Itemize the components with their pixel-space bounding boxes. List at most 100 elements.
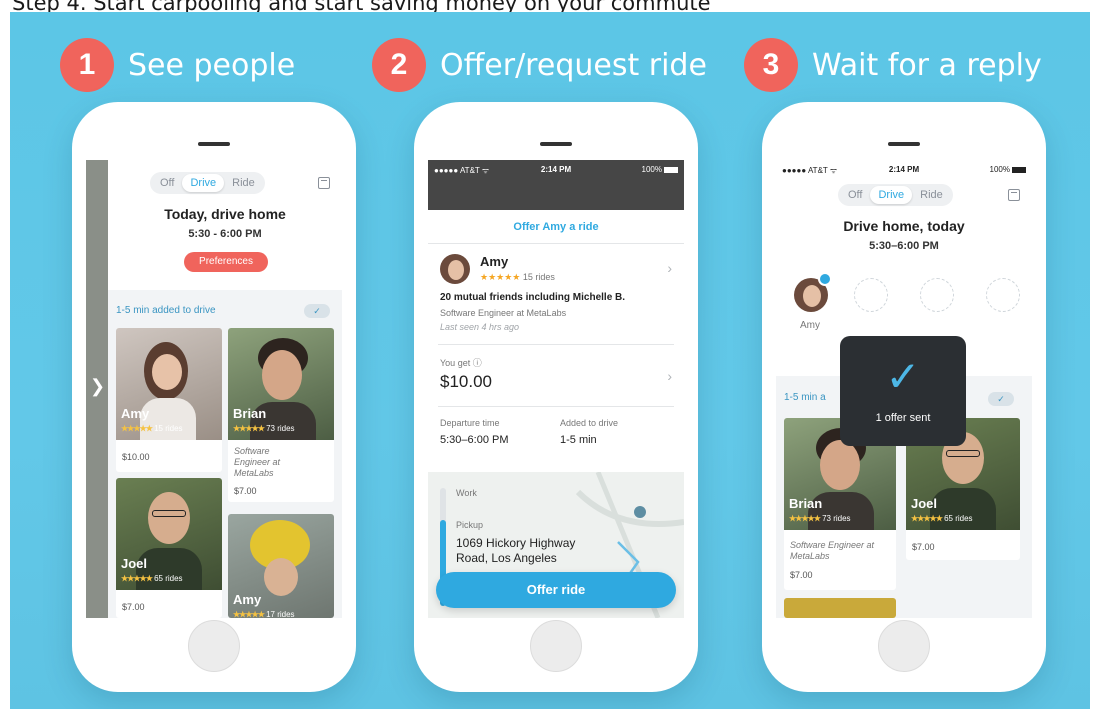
preferences-button[interactable]: Preferences bbox=[184, 252, 268, 272]
you-get-label: You get ⓘ bbox=[440, 358, 482, 368]
drive-title: Drive home, today bbox=[843, 218, 965, 234]
mode-off[interactable]: Off bbox=[840, 186, 870, 204]
mode-drive[interactable]: Drive bbox=[182, 174, 225, 192]
rider-name: Amy bbox=[480, 254, 509, 269]
rider-name: Amy bbox=[233, 592, 262, 607]
rider-rating: ★★★★★ 17 rides bbox=[233, 610, 295, 618]
added-time-bar: 1-5 min added to drive ✓ bbox=[108, 298, 342, 324]
rider-card[interactable]: Amy ★★★★★ 15 rides $10.00 bbox=[116, 328, 222, 472]
step-1: 1 See people bbox=[60, 38, 295, 92]
check-icon[interactable]: ✓ bbox=[988, 392, 1014, 406]
face-shape bbox=[152, 354, 182, 390]
rider-rating: ★★★★★ 73 rides bbox=[233, 424, 295, 433]
previous-panel[interactable]: ❯ bbox=[86, 160, 108, 618]
empty-seat-icon bbox=[986, 278, 1020, 312]
offer-sheet-title[interactable]: Offer Amy a ride bbox=[428, 210, 684, 244]
star-rating-icon: ★★★★★ bbox=[789, 514, 821, 523]
mode-toggle[interactable]: Off Drive Ride bbox=[150, 172, 265, 194]
status-bar: ●●●●● AT&T ᯤ 2:14 PM 100% bbox=[428, 160, 684, 180]
rider-name: Joel bbox=[121, 556, 148, 571]
added-label: Added to drive bbox=[560, 418, 619, 428]
offer-sent-toast: ✓ 1 offer sent bbox=[840, 336, 966, 446]
last-seen: Last seen 4 hrs ago bbox=[440, 322, 520, 332]
phone-speaker bbox=[540, 142, 572, 146]
check-icon[interactable]: ✓ bbox=[304, 304, 330, 318]
glasses-shape bbox=[946, 450, 980, 457]
rider-name: Brian bbox=[789, 496, 823, 511]
face-shape bbox=[448, 260, 464, 280]
phone-offer-ride: ●●●●● AT&T ᯤ 2:14 PM 100% Offer Amy a ri… bbox=[414, 102, 698, 692]
added-value: 1-5 min bbox=[560, 434, 597, 446]
home-button[interactable] bbox=[530, 620, 582, 672]
battery-icon bbox=[664, 166, 678, 173]
ride-count: 73 rides bbox=[266, 424, 295, 433]
step-3-title: Wait for a reply bbox=[812, 47, 1042, 83]
clock-icon bbox=[818, 272, 832, 286]
mode-ride[interactable]: Ride bbox=[224, 174, 263, 192]
mode-off[interactable]: Off bbox=[152, 174, 182, 192]
chevron-left-icon[interactable]: ❯ bbox=[90, 376, 105, 397]
mode-toggle[interactable]: Off Drive Ride bbox=[838, 184, 953, 206]
face-shape bbox=[262, 350, 302, 400]
drive-title: Today, drive home bbox=[164, 206, 286, 222]
mode-ride[interactable]: Ride bbox=[912, 186, 951, 204]
screen-offer-ride: ●●●●● AT&T ᯤ 2:14 PM 100% Offer Amy a ri… bbox=[428, 160, 684, 618]
offer-ride-button[interactable]: Offer ride bbox=[436, 572, 676, 608]
phone-speaker bbox=[888, 142, 920, 146]
battery-status: 100% bbox=[642, 165, 678, 174]
departure-value: 5:30–6:00 PM bbox=[440, 434, 509, 446]
rider-card[interactable]: Amy ★★★★★ 17 rides bbox=[228, 514, 334, 618]
empty-seat-icon bbox=[854, 278, 888, 312]
rider-job: Software Engineer at MetaLabs bbox=[234, 446, 281, 478]
chevron-right-icon[interactable]: › bbox=[667, 260, 672, 276]
star-rating-icon: ★★★★★ bbox=[911, 514, 943, 523]
battery-icon bbox=[1012, 166, 1026, 173]
star-rating-icon: ★★★★★ bbox=[233, 610, 265, 618]
star-rating-icon: ★★★★★ bbox=[121, 424, 153, 433]
rider-job: Software Engineer at MetaLabs bbox=[440, 308, 567, 318]
empty-seat-icon bbox=[920, 278, 954, 312]
drive-time: 5:30 - 6:00 PM bbox=[188, 228, 262, 240]
drive-time: 5:30–6:00 PM bbox=[869, 240, 939, 252]
rider-rating: ★★★★★ 73 rides bbox=[789, 514, 851, 523]
ride-count: 15 rides bbox=[522, 272, 555, 282]
screen-wait-reply: ●●●●● AT&T ᯤ 2:14 PM 100% Off Drive Ride… bbox=[776, 160, 1032, 618]
battery-percent: 100% bbox=[641, 165, 662, 174]
rider-card[interactable]: Brian ★★★★★ 73 rides Software Engineer a… bbox=[228, 328, 334, 502]
calendar-icon[interactable] bbox=[318, 177, 330, 189]
status-bar: ●●●●● AT&T ᯤ 2:14 PM 100% bbox=[776, 160, 1032, 180]
added-time-label: 1-5 min a bbox=[784, 392, 826, 403]
route-pickup: Pickup bbox=[456, 520, 484, 530]
glasses-shape bbox=[152, 510, 186, 517]
ride-count: 65 rides bbox=[154, 574, 183, 583]
chevron-right-icon[interactable]: › bbox=[667, 368, 672, 384]
phone-see-people: ❯ Off Drive Ride Today, drive home 5:30 … bbox=[72, 102, 356, 692]
rider-rating: ★★★★★ 15 rides bbox=[480, 272, 555, 283]
rider-card[interactable]: Joel ★★★★★ 65 rides $7.00 bbox=[116, 478, 222, 618]
calendar-icon[interactable] bbox=[1008, 189, 1020, 201]
rider-rating: ★★★★★ 65 rides bbox=[121, 574, 183, 583]
ride-count: 65 rides bbox=[944, 514, 973, 523]
rider-name: Amy bbox=[121, 406, 150, 421]
mode-drive[interactable]: Drive bbox=[870, 186, 913, 204]
step-2-number: 2 bbox=[372, 38, 426, 92]
rider-card[interactable] bbox=[784, 598, 896, 618]
rider-name: Joel bbox=[911, 496, 938, 511]
rider-rating: ★★★★★ 15 rides bbox=[121, 424, 183, 433]
rider-rating: ★★★★★ 65 rides bbox=[911, 514, 973, 523]
avatar bbox=[440, 254, 470, 284]
ride-count: 15 rides bbox=[154, 424, 183, 433]
step-3-number: 3 bbox=[744, 38, 798, 92]
face-shape bbox=[264, 558, 298, 596]
step-1-title: See people bbox=[128, 47, 296, 83]
home-button[interactable] bbox=[188, 620, 240, 672]
home-button[interactable] bbox=[878, 620, 930, 672]
departure-label: Departure time bbox=[440, 418, 500, 428]
battery-percent: 100% bbox=[989, 165, 1010, 174]
star-rating-icon: ★★★★★ bbox=[480, 272, 521, 282]
ride-count: 17 rides bbox=[266, 610, 295, 618]
map-pin-icon[interactable] bbox=[634, 506, 646, 518]
drive-header: Off Drive Ride Today, drive home 5:30 - … bbox=[108, 160, 342, 290]
rider-job: Software Engineer at MetaLabs bbox=[790, 540, 875, 561]
offer-sheet: Offer Amy a ride Amy ★★★★★ 15 rides › 20… bbox=[428, 210, 684, 618]
